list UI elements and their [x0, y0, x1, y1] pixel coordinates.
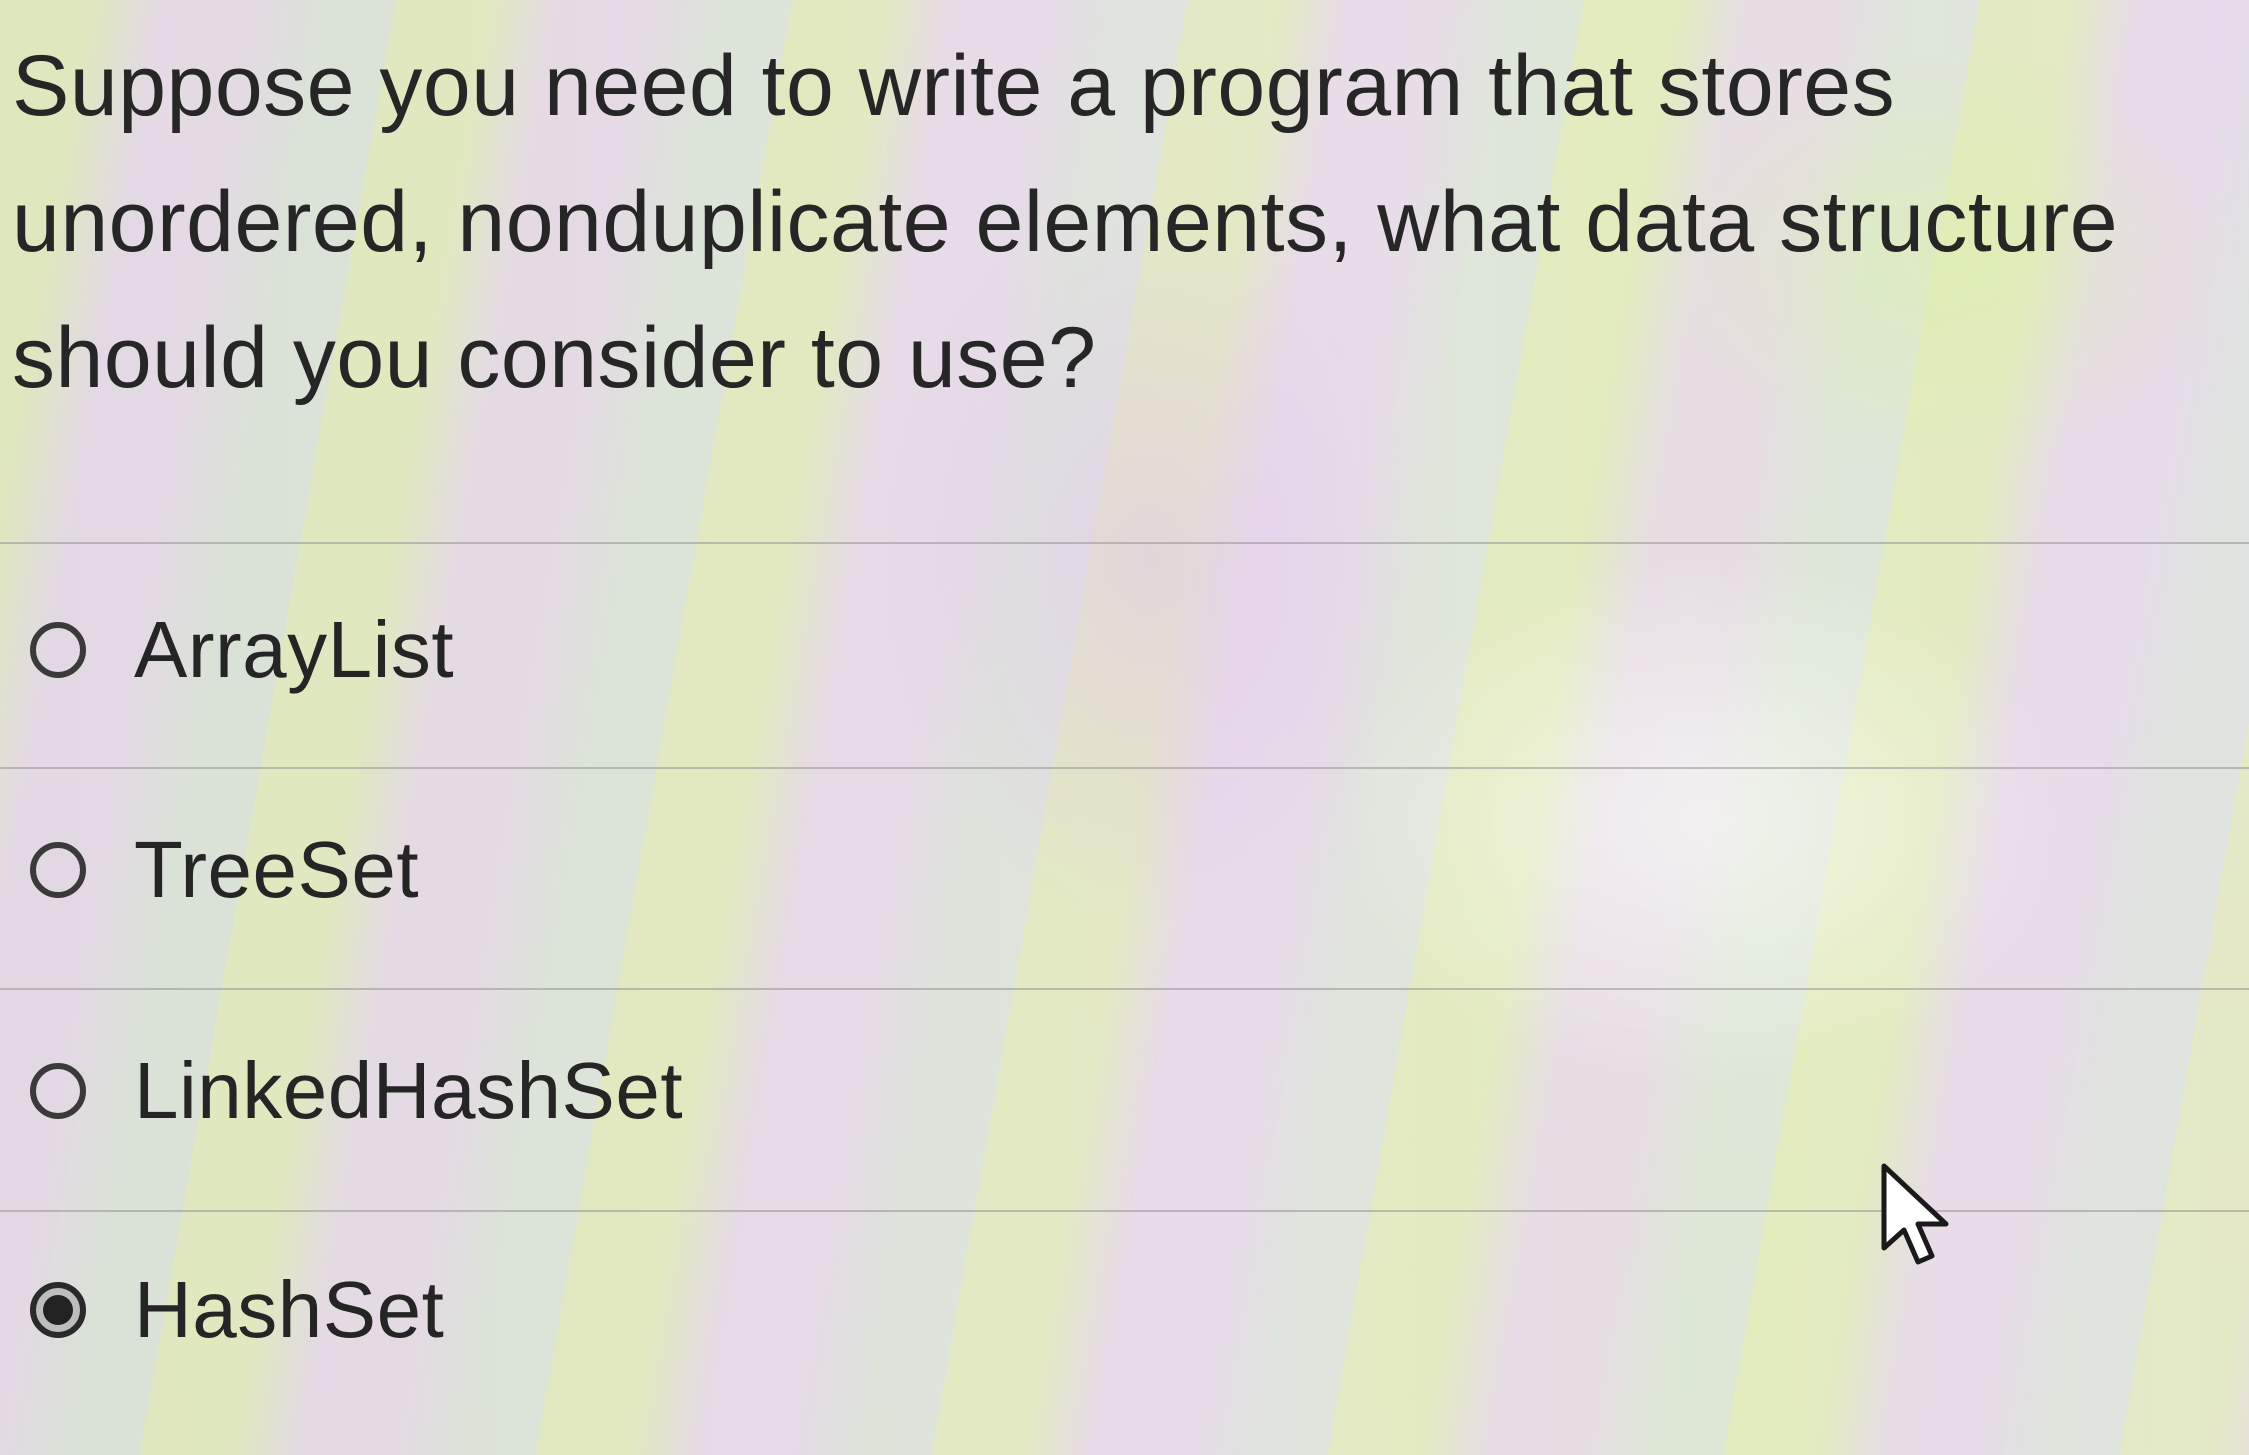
- divider: [0, 542, 2249, 544]
- radio-selected-icon[interactable]: [30, 1282, 86, 1338]
- answer-option-arraylist[interactable]: ArrayList: [30, 590, 454, 710]
- question-text: Suppose you need to write a program that…: [12, 18, 2192, 426]
- quiz-question-panel: Suppose you need to write a program that…: [0, 0, 2249, 1455]
- divider: [0, 988, 2249, 990]
- mouse-pointer-icon: [1881, 1163, 1949, 1265]
- radio-unselected-icon[interactable]: [30, 622, 86, 678]
- answer-option-label: ArrayList: [134, 605, 455, 694]
- radio-unselected-icon[interactable]: [30, 1063, 86, 1119]
- question-line-3: should you consider to use?: [12, 310, 1097, 406]
- answer-option-treeset[interactable]: TreeSet: [30, 810, 419, 930]
- answer-option-label: TreeSet: [134, 825, 420, 914]
- answer-option-linkedhashset[interactable]: LinkedHashSet: [30, 1031, 683, 1151]
- answer-option-label: HashSet: [134, 1265, 445, 1354]
- answer-option-hashset[interactable]: HashSet: [30, 1250, 444, 1370]
- question-line-2: unordered, nonduplicate elements, what d…: [12, 174, 2119, 270]
- radio-dot: [43, 1295, 73, 1325]
- answer-option-label: LinkedHashSet: [134, 1046, 684, 1135]
- divider: [0, 767, 2249, 769]
- question-line-1: Suppose you need to write a program that…: [12, 38, 1896, 134]
- radio-unselected-icon[interactable]: [30, 842, 86, 898]
